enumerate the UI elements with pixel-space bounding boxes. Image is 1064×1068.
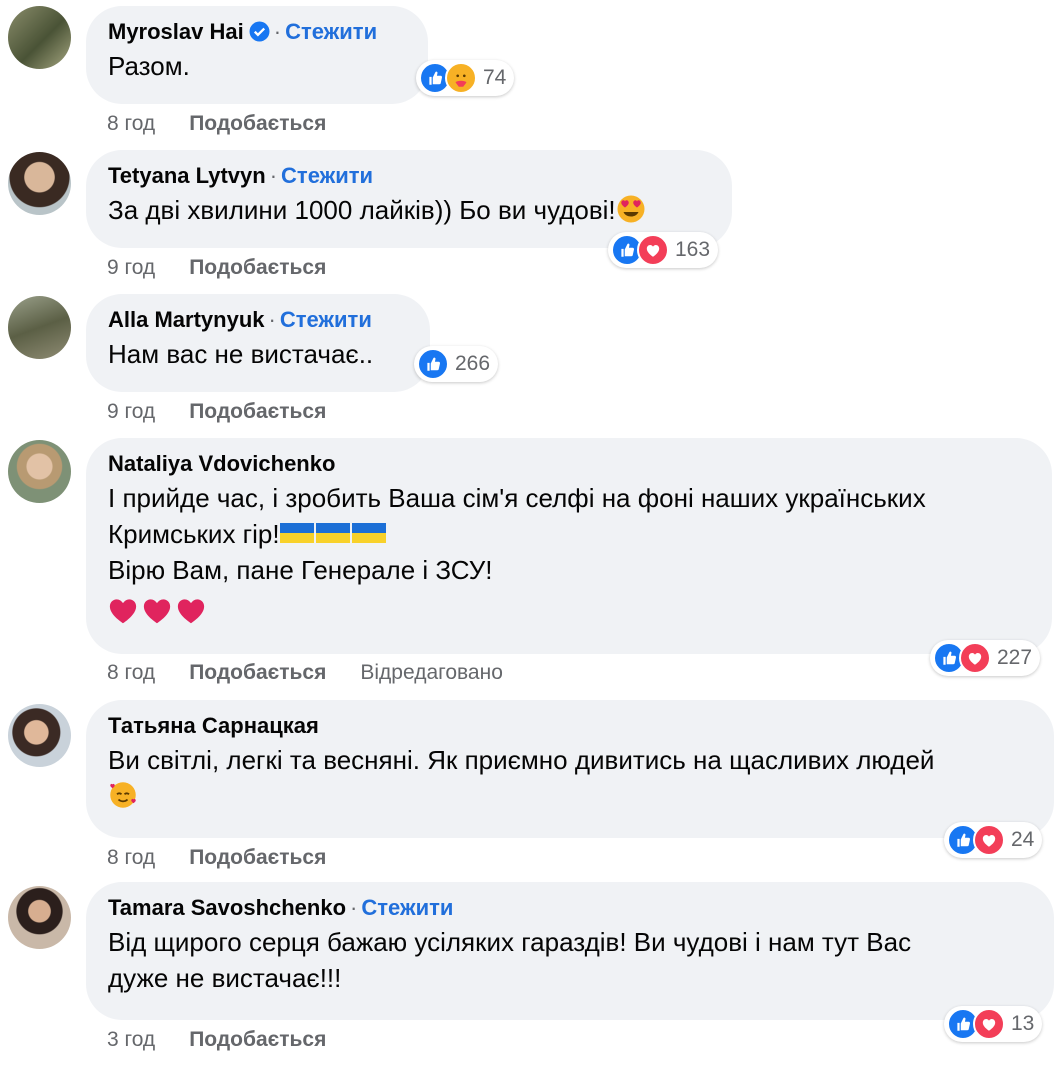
red-heart-icon — [142, 596, 172, 626]
comment-meta: 8 год Подобається Відредаговано — [107, 660, 503, 686]
edited-label[interactable]: Відредаговано — [360, 661, 503, 684]
reactions-summary[interactable]: 227 — [930, 640, 1041, 676]
comment-text: І прийде час, і зробить Ваша сім'я селфі… — [108, 480, 1030, 630]
comment-text: Від щирого серця бажаю усіляких гараздів… — [108, 927, 912, 993]
like-button[interactable]: Подобається — [189, 400, 326, 423]
reaction-count: 163 — [675, 238, 711, 261]
smiling-face-with-hearts-icon — [110, 782, 136, 808]
comment-bubble: Alla Martynyuk · Стежити Нам вас не вистач… — [86, 294, 430, 392]
reactions-summary[interactable]: 13 — [944, 1006, 1043, 1042]
avatar[interactable] — [8, 6, 71, 69]
comment-author[interactable]: Татьяна Сарнацкая — [108, 713, 319, 738]
comment-bubble: Татьяна Сарнацкая Ви світлі, легкі та ве… — [86, 700, 1054, 838]
ukraine-flag-icon — [351, 523, 386, 543]
comment-author[interactable]: Tamara Savoshchenko — [108, 895, 346, 920]
comment-time[interactable]: 9 год — [107, 256, 155, 279]
comment-time[interactable]: 9 год — [107, 400, 155, 423]
like-button[interactable]: Подобається — [189, 1028, 326, 1051]
separator-dot: · — [268, 307, 276, 332]
comment-text: За дві хвилини 1000 лайків)) Бо ви чудов… — [108, 192, 710, 228]
comment-text: Разом. — [108, 51, 190, 81]
red-heart-icon — [176, 596, 206, 626]
comment-meta: 9 год Подобається — [107, 399, 360, 425]
love-reaction-icon — [973, 1008, 1005, 1040]
verified-badge-icon — [249, 21, 270, 42]
reactions-summary[interactable]: 24 — [944, 822, 1043, 858]
reaction-count: 266 — [455, 352, 491, 375]
reaction-count: 24 — [1011, 828, 1035, 851]
reaction-count: 74 — [483, 66, 507, 89]
comment-bubble: Myroslav Hai · Стежити Разом. — [86, 6, 428, 104]
like-button[interactable]: Подобається — [189, 256, 326, 279]
comment-meta: 8 год Подобається — [107, 111, 360, 137]
follow-link[interactable]: Стежити — [280, 307, 372, 332]
reactions-summary[interactable]: 266 — [414, 346, 499, 382]
avatar[interactable] — [8, 296, 71, 359]
comment-meta: 3 год Подобається — [107, 1027, 360, 1053]
like-button[interactable]: Подобається — [189, 661, 326, 684]
avatar[interactable] — [8, 886, 71, 949]
reactions-summary[interactable]: 74 — [416, 60, 515, 96]
care-reaction-icon — [445, 62, 477, 94]
reaction-count: 227 — [997, 646, 1033, 669]
comment-time[interactable]: 8 год — [107, 112, 155, 135]
love-reaction-icon — [973, 824, 1005, 856]
red-heart-icon — [108, 596, 138, 626]
love-reaction-icon — [637, 234, 669, 266]
avatar[interactable] — [8, 152, 71, 215]
comment-bubble: Nataliya Vdovichenko І прийде час, і зро… — [86, 438, 1052, 654]
ukraine-flag-icon — [315, 523, 350, 543]
separator-dot: · — [273, 19, 282, 44]
avatar[interactable] — [8, 440, 71, 503]
like-button[interactable]: Подобається — [189, 846, 326, 869]
follow-link[interactable]: Стежити — [281, 163, 373, 188]
comment-author[interactable]: Myroslav Hai — [108, 19, 244, 44]
comment-meta: 9 год Подобається — [107, 255, 360, 281]
comment-text: Нам вас не вистачає.. — [108, 339, 374, 369]
reaction-count: 13 — [1011, 1012, 1035, 1035]
comment-author[interactable]: Alla Martynyuk — [108, 307, 265, 332]
comment-time[interactable]: 8 год — [107, 846, 155, 869]
separator-dot: · — [350, 895, 358, 920]
comment-meta: 8 год Подобається — [107, 845, 360, 871]
reactions-summary[interactable]: 163 — [608, 232, 719, 268]
comment-bubble: Tamara Savoshchenko · Стежити Від щирого с… — [86, 882, 1054, 1020]
ukraine-flag-icon — [279, 523, 314, 543]
follow-link[interactable]: Стежити — [361, 895, 453, 920]
comment-author[interactable]: Tetyana Lytvyn — [108, 163, 266, 188]
comment-text: Ви світлі, легкі та весняні. Як приємно … — [108, 742, 1032, 814]
comment-time[interactable]: 8 год — [107, 661, 155, 684]
comment-time[interactable]: 3 год — [107, 1028, 155, 1051]
separator-dot: · — [269, 163, 278, 188]
love-reaction-icon — [959, 642, 991, 674]
avatar[interactable] — [8, 704, 71, 767]
like-button[interactable]: Подобається — [189, 112, 326, 135]
like-reaction-icon — [417, 348, 449, 380]
comment-author[interactable]: Nataliya Vdovichenko — [108, 451, 335, 476]
follow-link[interactable]: Стежити — [285, 19, 377, 44]
hearts-emoji-row — [108, 594, 1030, 630]
heart-eyes-emoji-icon — [617, 195, 645, 223]
